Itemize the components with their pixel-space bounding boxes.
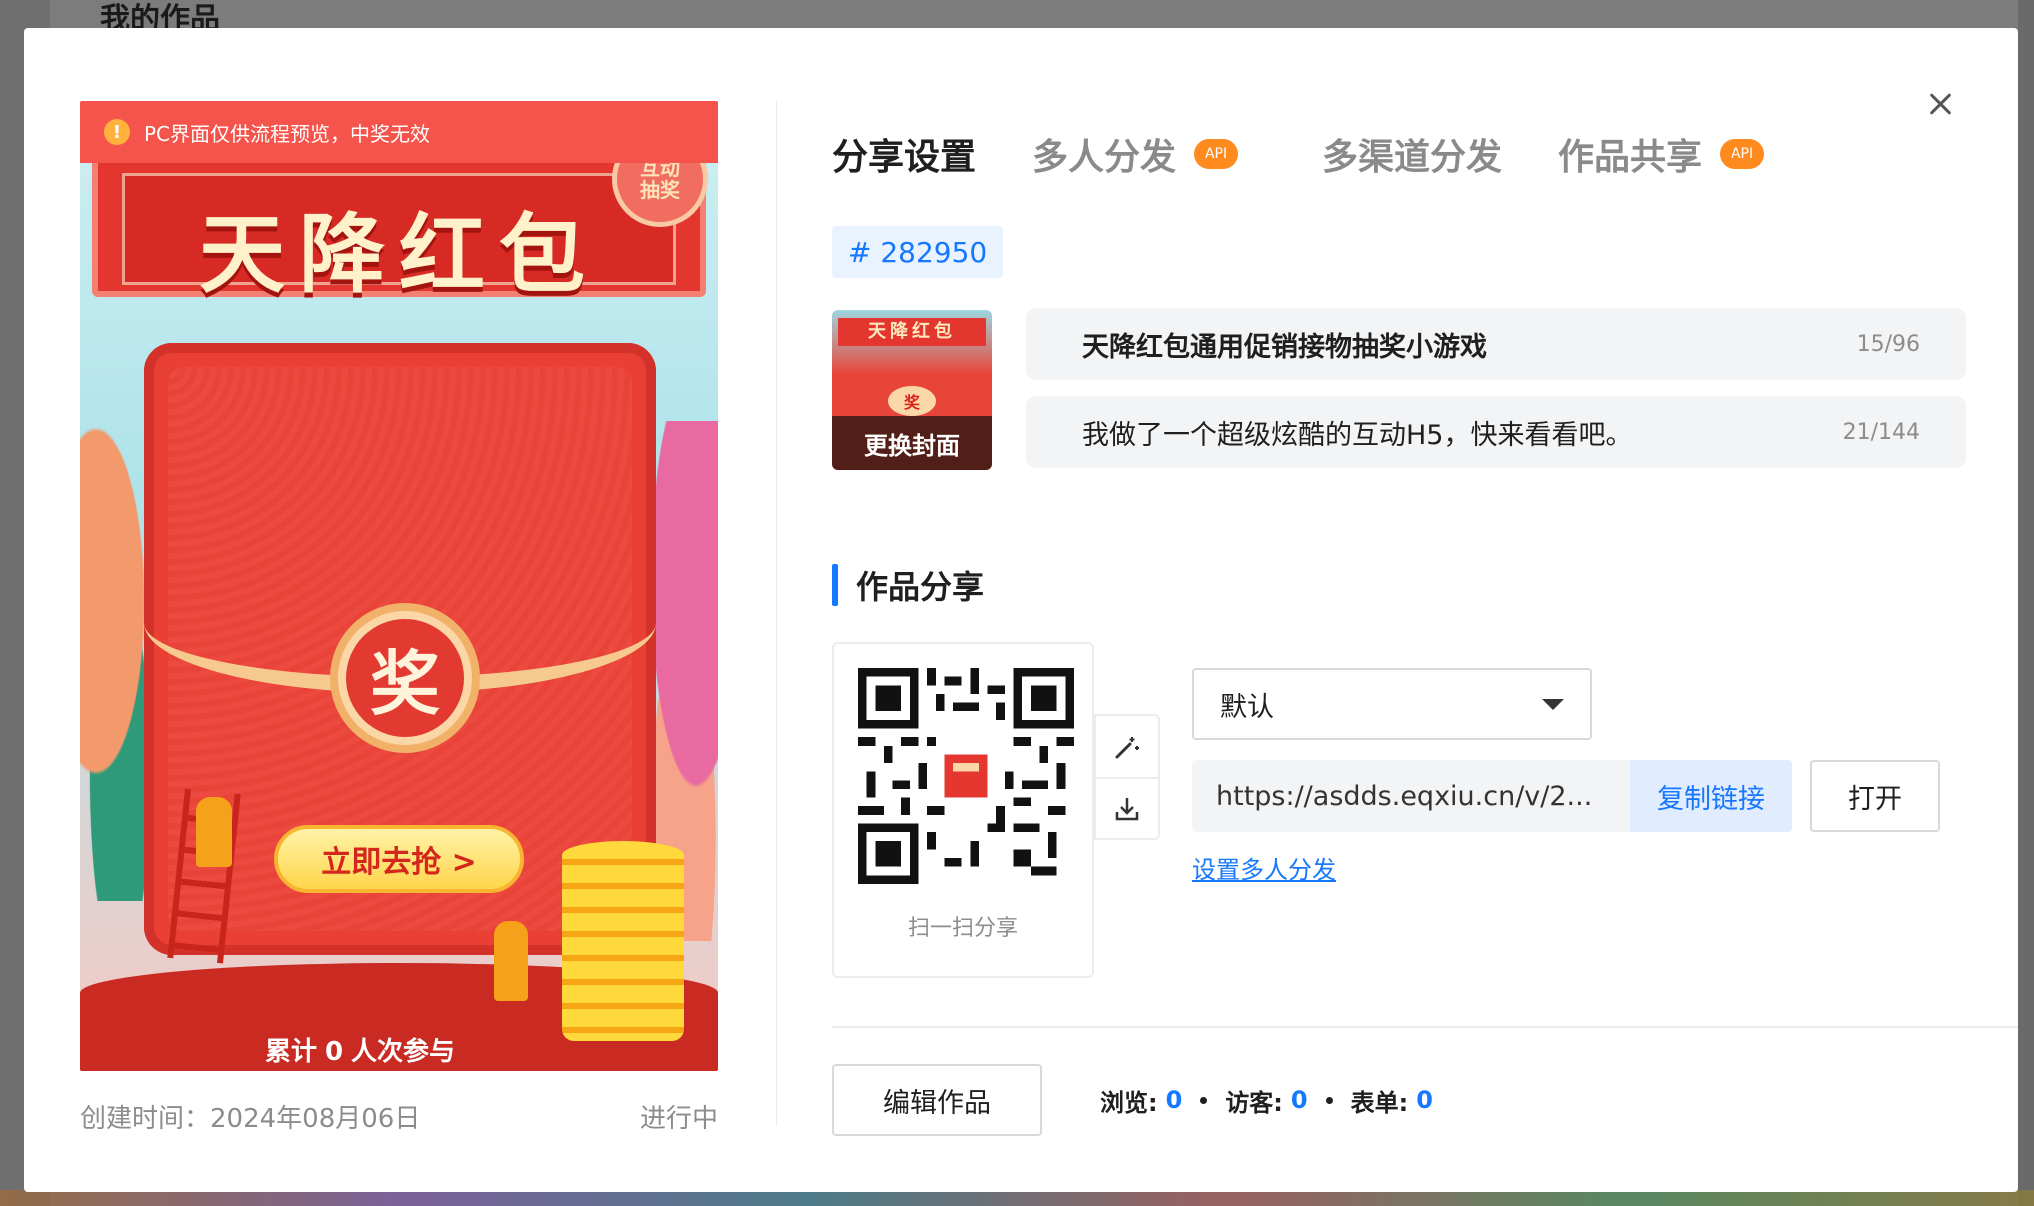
stat-label-forms: 表单: bbox=[1350, 1088, 1409, 1117]
edit-work-button[interactable]: 编辑作品 bbox=[832, 1064, 1042, 1136]
qr-tools bbox=[1094, 714, 1160, 840]
share-style-value: 默认 bbox=[1220, 691, 1274, 723]
qr-caption: 扫一扫分享 bbox=[907, 916, 1018, 941]
work-preview: 天降红包 互动 抽奖 ! PC界面仅供流程预览，中奖无效 奖 立即去抢 > 累计… bbox=[80, 101, 718, 1071]
description-value: 我做了一个超级炫酷的互动H5，快来看看吧。 bbox=[1082, 419, 1633, 451]
description-field[interactable]: 我做了一个超级炫酷的互动H5，快来看看吧。 21/144 bbox=[1026, 396, 1966, 468]
download-icon bbox=[1115, 797, 1139, 820]
person-illustration bbox=[494, 921, 528, 1001]
api-badge: API bbox=[1194, 139, 1239, 169]
caret-down-icon bbox=[1542, 698, 1564, 710]
close-icon[interactable] bbox=[1920, 84, 1960, 124]
participant-count: 0 bbox=[324, 1037, 344, 1067]
copy-link-button[interactable]: 复制链接 bbox=[1630, 760, 1792, 832]
share-style-select[interactable]: 默认 bbox=[1192, 668, 1592, 740]
work-stats: 浏览: 0 访客: 0 表单: 0 bbox=[1100, 1080, 1433, 1120]
tab-multi-user-distribution[interactable]: 多人分发 API bbox=[1032, 128, 1239, 180]
title-char-count: 15/96 bbox=[1856, 331, 1920, 357]
stat-label-visitors: 访客: bbox=[1225, 1088, 1283, 1117]
open-link-button[interactable]: 打开 bbox=[1810, 760, 1940, 832]
preview-warning-bar: ! PC界面仅供流程预览，中奖无效 bbox=[80, 101, 718, 163]
tab-multi-channel-distribution[interactable]: 多渠道分发 bbox=[1322, 128, 1502, 180]
cover-seal: 奖 bbox=[888, 386, 936, 416]
grab-now-button[interactable]: 立即去抢 > bbox=[274, 825, 524, 893]
created-row: 创建时间：2024年08月06日 进行中 bbox=[80, 1098, 718, 1134]
tab-work-sharing[interactable]: 作品共享 API bbox=[1558, 128, 1765, 180]
preview-banner-title: 天降红包 bbox=[199, 204, 599, 305]
coin-stack-illustration bbox=[562, 841, 684, 1041]
created-date: 创建时间：2024年08月06日 bbox=[80, 1104, 421, 1134]
set-multi-distribution-link[interactable]: 设置多人分发 bbox=[1192, 850, 1336, 885]
title-field[interactable]: 天降红包通用促销接物抽奖小游戏 15/96 bbox=[1026, 308, 1966, 380]
stat-value-visitors: 0 bbox=[1290, 1086, 1308, 1114]
share-section-title: 作品分享 bbox=[832, 564, 984, 606]
background-thumbnails bbox=[0, 1190, 2034, 1206]
stat-label-views: 浏览: bbox=[1100, 1088, 1158, 1117]
envelope-seal: 奖 bbox=[330, 603, 480, 753]
participant-counter: 累计 0 人次参与 bbox=[264, 1037, 456, 1067]
separator-dot bbox=[1200, 1096, 1208, 1104]
warning-icon: ! bbox=[104, 119, 130, 145]
api-badge: API bbox=[1720, 139, 1765, 169]
beautify-qr-button[interactable] bbox=[1096, 716, 1158, 777]
magic-wand-icon bbox=[1115, 736, 1139, 758]
settings-tabs: 分享设置 多人分发 API 多渠道分发 作品共享 API bbox=[832, 124, 1820, 184]
description-char-count: 21/144 bbox=[1842, 419, 1920, 445]
status-text: 进行中 bbox=[639, 1104, 718, 1134]
change-cover-button[interactable]: 更换封面 bbox=[832, 416, 992, 470]
stat-value-forms: 0 bbox=[1416, 1086, 1433, 1114]
share-modal: 天降红包 互动 抽奖 ! PC界面仅供流程预览，中奖无效 奖 立即去抢 > 累计… bbox=[24, 28, 2018, 1192]
background-right-strip bbox=[2018, 0, 2034, 1206]
download-qr-button[interactable] bbox=[1096, 777, 1158, 838]
preview-warning-text: PC界面仅供流程预览，中奖无效 bbox=[144, 121, 431, 146]
cover-thumbnail[interactable]: 天降红包 奖 更换封面 bbox=[832, 310, 992, 470]
work-id-badge: # 282950 bbox=[832, 226, 1004, 278]
qr-card: 扫一扫分享 bbox=[832, 642, 1094, 978]
horizontal-divider bbox=[832, 1026, 2018, 1028]
stat-value-views: 0 bbox=[1165, 1086, 1183, 1114]
vertical-divider bbox=[776, 101, 777, 1126]
qr-code bbox=[858, 668, 1074, 884]
person-illustration bbox=[196, 797, 232, 867]
cover-title: 天降红包 bbox=[838, 318, 986, 346]
share-link-box: https://asdds.eqxiu.cn/v/2... 复制链接 bbox=[1192, 760, 1792, 832]
share-link-url[interactable]: https://asdds.eqxiu.cn/v/2... bbox=[1192, 781, 1630, 812]
separator-dot bbox=[1325, 1096, 1333, 1104]
tab-share-settings[interactable]: 分享设置 bbox=[832, 128, 976, 180]
title-value: 天降红包通用促销接物抽奖小游戏 bbox=[1082, 331, 1487, 363]
